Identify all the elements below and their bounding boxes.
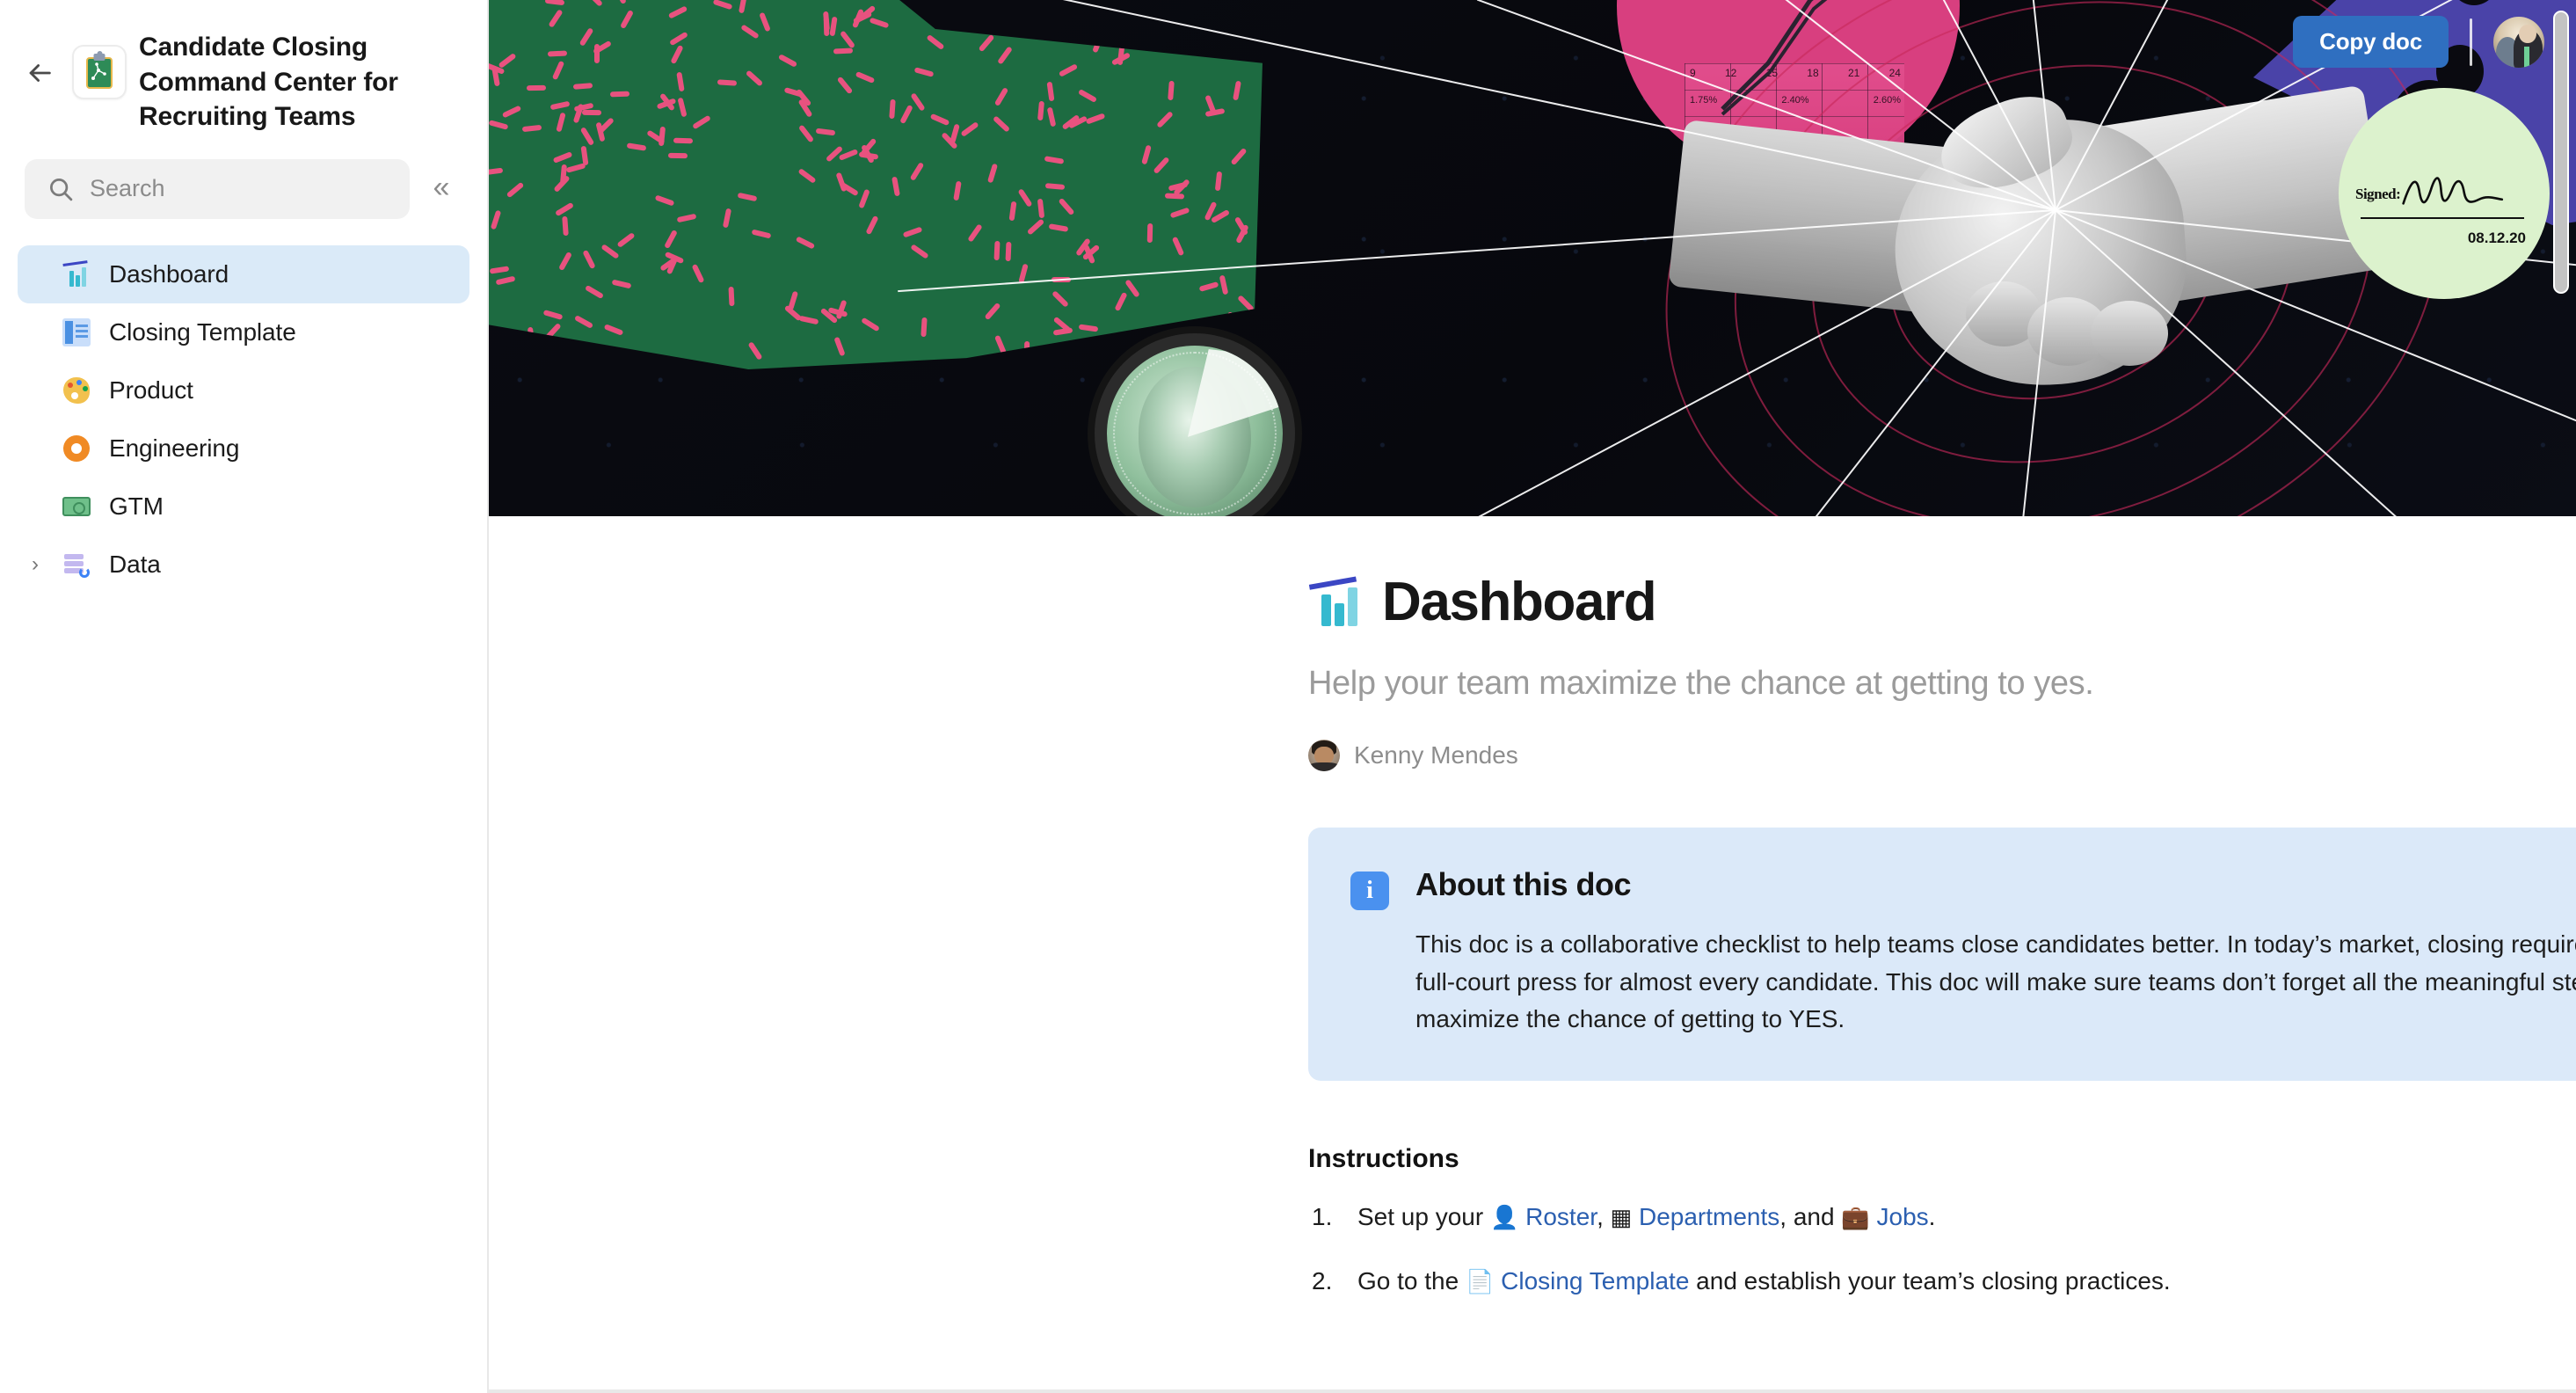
instruction-link[interactable]: Closing Template	[1494, 1267, 1689, 1295]
hero-signature-circle: Signed: 08.12.20	[2339, 88, 2550, 299]
instruction-text: , and	[1779, 1202, 1842, 1230]
instruction-text: Go to the	[1357, 1267, 1466, 1295]
byline: Kenny Mendes	[1308, 740, 2576, 771]
sidebar-item-label: Engineering	[109, 434, 240, 462]
instruction-link[interactable]: Jobs	[1870, 1203, 1928, 1230]
author-name: Kenny Mendes	[1354, 741, 1518, 769]
search-icon	[50, 178, 73, 201]
author-avatar	[1308, 740, 1340, 771]
search-placeholder: Search	[90, 175, 165, 202]
page-subtitle: Help your team maximize the chance at ge…	[1308, 665, 2094, 702]
sidebar-nav: Dashboard Closing Template Product Engin…	[0, 219, 487, 594]
instruction-link[interactable]: Roster	[1518, 1203, 1597, 1230]
instruction-text: .	[1928, 1202, 1936, 1230]
sidebar-item-data[interactable]: › Data	[18, 536, 469, 594]
scrollbar-thumb[interactable]	[2553, 11, 2569, 294]
page-title: Dashboard	[1382, 572, 1657, 632]
back-arrow-icon[interactable]	[19, 53, 60, 93]
coin-rim	[1113, 352, 1277, 515]
callout-heading: About this doc	[1415, 866, 1631, 902]
document-icon	[62, 317, 91, 346]
main-content: 9 12 15 18 21 24 1.75% 2.40% 2.60% Signe…	[489, 0, 2576, 1393]
instruction-emoji-icon: 📄	[1465, 1268, 1495, 1295]
instruction-step: Set up your 👤 Roster, ▦ Departments, and…	[1308, 1200, 2576, 1234]
hero-radiating-lines	[489, 0, 2576, 516]
instruction-link[interactable]: Departments	[1632, 1203, 1779, 1230]
vertical-scrollbar[interactable]	[2553, 11, 2569, 1382]
instructions-heading: Instructions	[1308, 1143, 1459, 1173]
signature-date: 08.12.20	[2467, 230, 2526, 246]
instruction-text: and establish your team’s closing practi…	[1689, 1267, 2171, 1295]
hero-banner: 9 12 15 18 21 24 1.75% 2.40% 2.60% Signe…	[489, 0, 2576, 516]
instruction-emoji-icon: 👤	[1489, 1203, 1519, 1230]
clipboard-glyph	[86, 54, 113, 89]
sidebar-item-label: Product	[109, 376, 193, 404]
sidebar-item-product[interactable]: Product	[18, 361, 469, 419]
radiating-line	[2016, 209, 2056, 516]
user-avatar[interactable]	[2493, 16, 2544, 68]
gear-icon	[62, 434, 91, 462]
hero-actions: Copy doc	[2293, 16, 2544, 68]
page-title-row: Dashboard	[1308, 571, 2576, 633]
instruction-emoji-icon: ▦	[1610, 1203, 1633, 1230]
sidebar-item-label: Closing Template	[109, 317, 296, 346]
info-icon: i	[1350, 872, 1389, 910]
chevron-right-icon[interactable]: ›	[32, 553, 39, 575]
collapse-sidebar-button[interactable]: «	[418, 166, 464, 212]
radiating-line	[2027, 0, 2056, 211]
instruction-text: ,	[1597, 1202, 1611, 1230]
radiating-line	[898, 209, 2056, 293]
signature-row: Signed: 08.12.20	[2355, 163, 2528, 246]
document-body: Dashboard Help your team maximize the ch…	[489, 516, 2576, 1298]
play-diagram-icon	[91, 62, 106, 80]
radiating-line	[1340, 209, 2056, 516]
toolbar-divider	[2470, 18, 2472, 66]
sidebar-item-label: GTM	[109, 492, 164, 520]
radiating-line	[1612, 0, 2056, 211]
bottom-divider	[489, 1389, 2576, 1393]
callout-body: About this doc This doc is a collaborati…	[1415, 866, 2576, 1039]
database-icon	[62, 551, 91, 579]
instructions-list: Set up your 👤 Roster, ▦ Departments, and…	[1308, 1200, 2576, 1299]
copy-doc-button[interactable]: Copy doc	[2293, 16, 2449, 68]
sidebar: Candidate Closing Command Center for Rec…	[0, 0, 489, 1393]
bar-chart-icon	[62, 259, 91, 288]
sidebar-item-closing-template[interactable]: Closing Template	[18, 303, 469, 361]
sidebar-item-label: Dashboard	[109, 259, 229, 288]
hero-coin-circle	[1107, 346, 1283, 516]
money-icon	[62, 492, 91, 521]
signature-underline	[2361, 217, 2524, 219]
app-root: Candidate Closing Command Center for Rec…	[0, 0, 2576, 1393]
search-input[interactable]: Search	[25, 158, 410, 219]
sidebar-item-engineering[interactable]: Engineering	[18, 419, 469, 478]
signature-scribble-icon	[2402, 177, 2504, 205]
sidebar-item-gtm[interactable]: GTM	[18, 478, 469, 536]
callout-text: This doc is a collaborative checklist to…	[1415, 930, 2576, 1033]
about-this-doc-callout: i About this doc This doc is a collabora…	[1308, 828, 2576, 1081]
instruction-emoji-icon: 💼	[1841, 1203, 1870, 1230]
clipboard-strategy-icon[interactable]	[72, 45, 127, 99]
instruction-text: Set up your	[1357, 1202, 1490, 1230]
signature-label: Signed:	[2355, 186, 2401, 202]
document-content: Dashboard Help your team maximize the ch…	[1308, 516, 2576, 1298]
palette-icon	[62, 376, 91, 404]
instruction-step: Go to the 📄 Closing Template and establi…	[1308, 1265, 2576, 1298]
sidebar-item-dashboard[interactable]: Dashboard	[18, 244, 469, 303]
sidebar-item-label: Data	[109, 550, 161, 578]
sidebar-search-row: Search «	[0, 135, 487, 219]
bar-chart-icon	[1308, 575, 1363, 630]
radiating-line	[765, 0, 2056, 211]
sidebar-doc-title: Candidate Closing Command Center for Rec…	[139, 33, 398, 132]
sidebar-header: Candidate Closing Command Center for Rec…	[0, 0, 487, 135]
